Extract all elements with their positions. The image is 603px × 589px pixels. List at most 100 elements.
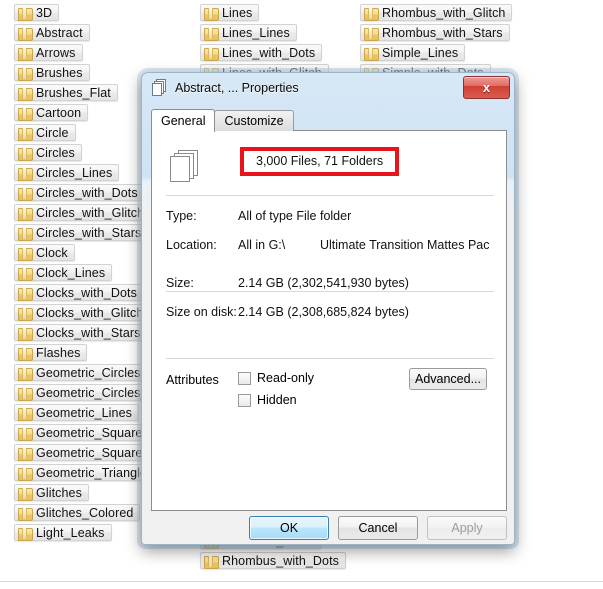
folder-label: Lines <box>222 5 253 20</box>
folder-item[interactable]: Flashes <box>14 344 88 361</box>
folder-item[interactable]: Rhombus_with_Stars <box>360 24 510 41</box>
separator-1 <box>166 195 494 196</box>
folder-label: Clocks_with_Dots <box>36 285 137 300</box>
folder-icon <box>18 427 33 441</box>
folder-item[interactable]: Circles_with_Stars <box>14 224 149 241</box>
label-type: Type: <box>166 208 197 223</box>
folder-item[interactable]: Geometric_Triangle <box>14 464 155 481</box>
folder-label: Brushes <box>36 65 83 80</box>
folder-item[interactable]: Rhombus_with_Dots <box>200 552 347 569</box>
folder-item[interactable]: Glitches <box>14 484 89 501</box>
folder-label: Rhombus_with_Dots <box>222 553 340 568</box>
folder-item[interactable]: Glitches_Colored <box>14 504 141 521</box>
ok-button[interactable]: OK <box>249 516 329 540</box>
folder-item[interactable]: Simple_Lines <box>360 44 466 61</box>
folder-label: Clock_Lines <box>36 265 106 280</box>
folder-item[interactable]: Geometric_Squares <box>14 424 156 441</box>
folder-item[interactable]: Lines_with_Dots <box>200 44 323 61</box>
tab-general[interactable]: General <box>151 109 216 132</box>
count-summary-text: 3,000 Files, 71 Folders <box>256 154 384 168</box>
folder-item[interactable]: Circles_with_Glitch <box>14 204 152 221</box>
folder-item[interactable]: Abstract <box>14 24 90 41</box>
count-summary-highlight: 3,000 Files, 71 Folders <box>240 147 400 176</box>
folder-label: Clock <box>36 245 68 260</box>
folder-icon <box>364 47 379 61</box>
folder-label: 3D <box>36 5 53 20</box>
dialog-title: Abstract, ... Properties <box>175 80 299 95</box>
folder-icon <box>18 27 33 41</box>
tab-customize[interactable]: Customize <box>214 110 294 131</box>
folder-icon <box>18 527 33 541</box>
dialog-frame: Abstract, ... Properties x General Custo… <box>142 73 514 544</box>
folder-item[interactable]: Clock <box>14 244 75 261</box>
folder-item[interactable]: Circle <box>14 124 76 141</box>
folder-item[interactable]: Lines_Lines <box>200 24 297 41</box>
folder-label: Brushes_Flat <box>36 85 111 100</box>
folder-item[interactable]: Geometric_Circles <box>14 364 148 381</box>
label-location: Location: <box>166 237 217 252</box>
folder-label: Cartoon <box>36 105 82 120</box>
properties-dialog: Abstract, ... Properties x General Custo… <box>141 72 515 545</box>
folder-icon <box>18 127 33 141</box>
tab-panel-general: 3,000 Files, 71 Folders Type: All of typ… <box>151 130 507 511</box>
folder-icon <box>18 247 33 261</box>
folder-item[interactable]: Circles <box>14 144 82 161</box>
hidden-checkbox[interactable]: Hidden <box>238 393 297 407</box>
file-stack-icon <box>170 150 198 182</box>
folder-item[interactable]: Clocks_with_Dots <box>14 284 144 301</box>
folder-item[interactable]: Circles_with_Dots <box>14 184 145 201</box>
folder-item[interactable]: Brushes_Flat <box>14 84 118 101</box>
multi-file-icon <box>151 79 168 96</box>
folder-item[interactable]: Geometric_Lines <box>14 404 139 421</box>
folder-item[interactable]: Brushes <box>14 64 90 81</box>
folder-icon <box>18 287 33 301</box>
folder-label: Circles_with_Glitch <box>36 205 145 220</box>
folder-item[interactable]: Circles_Lines <box>14 164 120 181</box>
folder-icon <box>18 7 33 21</box>
label-size: Size: <box>166 275 194 290</box>
folder-icon <box>18 187 33 201</box>
folder-item[interactable]: Arrows <box>14 44 83 61</box>
folder-item[interactable]: Cartoon <box>14 104 89 121</box>
close-icon[interactable]: x <box>463 76 510 99</box>
bottom-divider <box>0 581 603 582</box>
folder-label: Circle <box>36 125 69 140</box>
folder-icon <box>18 487 33 501</box>
folder-item[interactable]: Rhombus_with_Glitch <box>360 4 513 21</box>
folder-label: Geometric_Squares <box>36 425 149 440</box>
folder-item[interactable]: Clocks_with_Stars <box>14 324 148 341</box>
dialog-titlebar[interactable]: Abstract, ... Properties x <box>142 73 514 102</box>
folder-label: Lines_with_Dots <box>222 45 316 60</box>
folder-label: Flashes <box>36 345 81 360</box>
value-location: All in G:\ Ultimate Transition Mattes Pac <box>238 238 490 252</box>
cancel-button[interactable]: Cancel <box>338 516 418 540</box>
folder-icon <box>18 67 33 81</box>
folder-label: Clocks_with_Stars <box>36 325 141 340</box>
checkbox-icon[interactable] <box>238 393 251 407</box>
hidden-label: Hidden <box>257 393 297 407</box>
readonly-label: Read-only <box>257 371 314 385</box>
folder-item[interactable]: 3D <box>14 4 60 21</box>
tabstrip: General Customize <box>151 109 507 132</box>
summary-header: 3,000 Files, 71 Folders <box>166 145 496 191</box>
row-size-on-disk: Size on disk: 2.14 GB (2,308,685,824 byt… <box>166 303 496 320</box>
folder-icon <box>364 7 379 21</box>
folder-item[interactable]: Clocks_with_Glitch <box>14 304 151 321</box>
folder-icon <box>18 107 33 121</box>
value-location-drive: All in G:\ <box>238 237 286 252</box>
folder-icon <box>18 327 33 341</box>
readonly-checkbox[interactable]: Read-only <box>238 371 314 385</box>
advanced-button[interactable]: Advanced... <box>409 368 487 390</box>
folder-label: Glitches <box>36 485 82 500</box>
folder-icon <box>18 447 33 461</box>
folder-item[interactable]: Clock_Lines <box>14 264 113 281</box>
folder-icon <box>364 27 379 41</box>
value-type: All of type File folder <box>238 208 352 223</box>
checkbox-icon[interactable] <box>238 371 251 385</box>
folder-item[interactable]: Light_Leaks <box>14 524 112 541</box>
folder-label: Circles <box>36 145 75 160</box>
row-location: Location: All in G:\ Ultimate Transition … <box>166 236 496 253</box>
folder-icon <box>18 267 33 281</box>
value-size-on-disk: 2.14 GB (2,308,685,824 bytes) <box>238 304 409 319</box>
folder-item[interactable]: Lines <box>200 4 260 21</box>
